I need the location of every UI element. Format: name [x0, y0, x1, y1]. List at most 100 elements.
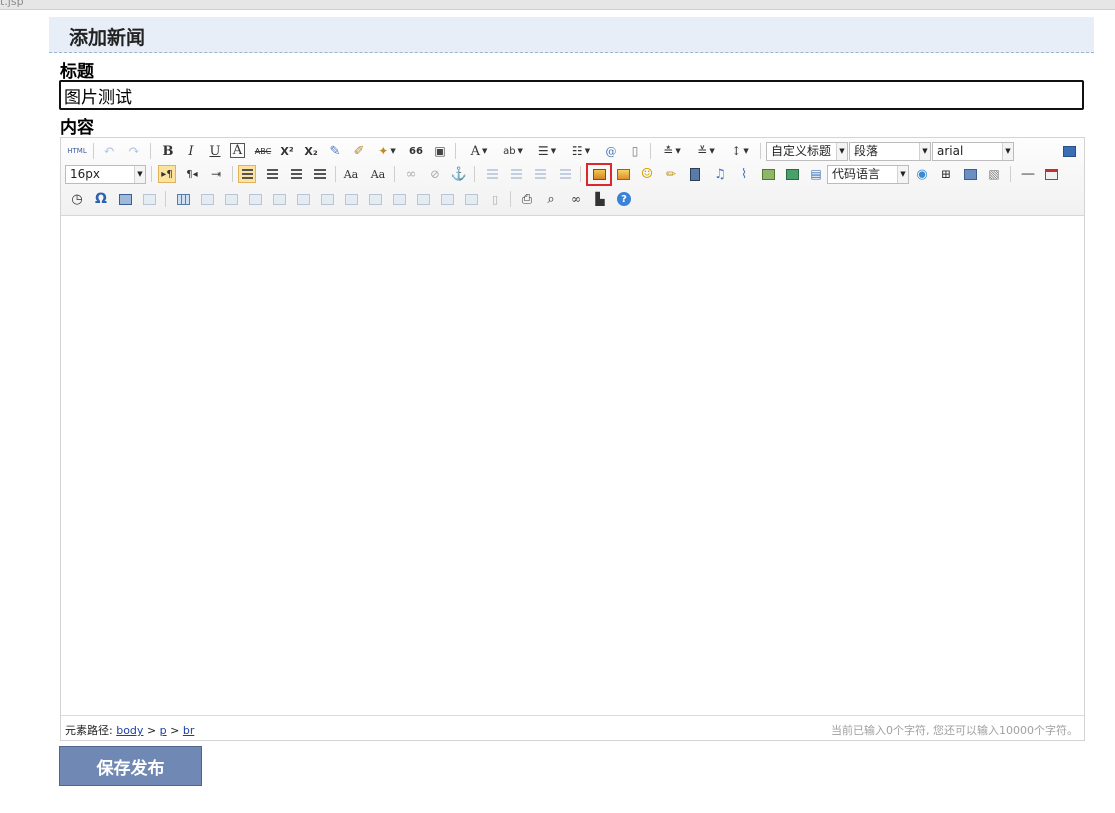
- attachment-button[interactable]: ⌇: [735, 165, 753, 183]
- line-height-button[interactable]: ↕ ▼: [726, 142, 754, 160]
- background-button[interactable]: [961, 165, 979, 183]
- lowercase-button[interactable]: Aa: [369, 165, 387, 183]
- chevron-down-icon: ▼: [390, 147, 396, 155]
- chevron-down-icon: ▼: [1002, 143, 1013, 160]
- strikethrough-button[interactable]: ABC: [254, 142, 272, 160]
- subscript-button[interactable]: X₂: [302, 142, 320, 160]
- search-replace-button[interactable]: ∞: [567, 190, 585, 208]
- merge-cells-icon: [344, 193, 358, 205]
- align-center-button[interactable]: [263, 165, 281, 183]
- document-icon: ▯: [631, 144, 639, 158]
- image-center-button[interactable]: [556, 165, 574, 183]
- merge-cells-button[interactable]: [342, 190, 360, 208]
- auto-format-button[interactable]: ✐: [350, 142, 368, 160]
- bold-button[interactable]: B: [159, 142, 177, 160]
- help-button[interactable]: ?: [615, 190, 633, 208]
- undo-button[interactable]: ↶: [100, 142, 118, 160]
- delete-col-button[interactable]: [318, 190, 336, 208]
- row-spacing-top-button[interactable]: ≛ ▼: [658, 142, 686, 160]
- indent-button[interactable]: ⇥: [207, 165, 225, 183]
- row-spacing-bottom-button[interactable]: ≚ ▼: [692, 142, 720, 160]
- unordered-list-button[interactable]: ☷ ▼: [567, 142, 595, 160]
- font-border-button[interactable]: A: [230, 143, 245, 158]
- special-chars-button[interactable]: Ω: [92, 190, 110, 208]
- underline-button[interactable]: U: [206, 142, 224, 160]
- align-justify-button[interactable]: [311, 165, 329, 183]
- fullscreen-button[interactable]: [1060, 142, 1078, 160]
- paragraph-format-select[interactable]: 段落 ▼: [849, 142, 931, 161]
- blockquote-button[interactable]: 66: [407, 142, 425, 160]
- delete-row-button[interactable]: [270, 190, 288, 208]
- horizontal-rule-button[interactable]: —: [1019, 165, 1037, 183]
- link-button[interactable]: ∞: [402, 165, 420, 183]
- code-language-select[interactable]: 代码语言 ▼: [827, 165, 909, 184]
- align-left-button[interactable]: [238, 165, 256, 183]
- word-count-button[interactable]: [140, 190, 158, 208]
- delete-table-button[interactable]: [198, 190, 216, 208]
- image-left-button[interactable]: [507, 165, 525, 183]
- insert-image-button[interactable]: [586, 163, 612, 186]
- template-button[interactable]: ⊞: [937, 165, 955, 183]
- image-none-button[interactable]: [483, 165, 501, 183]
- editor-content-area[interactable]: [61, 217, 1084, 715]
- uppercase-button[interactable]: Aa: [342, 165, 360, 183]
- direction-rtl-button[interactable]: ¶◂: [183, 165, 201, 183]
- scrawl-button[interactable]: ✏: [662, 165, 680, 183]
- paste-plain-button[interactable]: ▣: [431, 142, 449, 160]
- format-match-button[interactable]: ✎: [326, 142, 344, 160]
- drafts-button[interactable]: ▙: [591, 190, 609, 208]
- emoticon-button[interactable]: ☺: [638, 165, 656, 183]
- web-app-button[interactable]: ◉: [913, 165, 931, 183]
- insert-music-button[interactable]: ♫: [711, 165, 729, 183]
- google-map-button[interactable]: [783, 165, 801, 183]
- insert-video-button[interactable]: [686, 165, 704, 183]
- image-right-button[interactable]: [531, 165, 549, 183]
- path-br-link[interactable]: br: [183, 724, 195, 737]
- path-separator: >: [146, 724, 157, 737]
- eraser-icon: ✎: [329, 143, 341, 159]
- font-family-select[interactable]: arial ▼: [932, 142, 1014, 161]
- chart-button[interactable]: ▯: [486, 190, 504, 208]
- italic-button[interactable]: I: [182, 142, 200, 160]
- insert-time-button[interactable]: ◷: [68, 190, 86, 208]
- multi-image-button[interactable]: [614, 165, 632, 183]
- html-source-button[interactable]: HTML: [66, 142, 88, 160]
- page-icon: ▤: [810, 167, 822, 181]
- insert-paragraph-before-table-button[interactable]: [222, 190, 240, 208]
- clear-document-button[interactable]: ▯: [626, 142, 644, 160]
- align-right-button[interactable]: [287, 165, 305, 183]
- preview-button[interactable]: ⌕: [542, 190, 560, 208]
- toolbar-separator: [760, 143, 761, 159]
- split-cells-button[interactable]: [414, 190, 432, 208]
- redo-button[interactable]: ↷: [125, 142, 143, 160]
- superscript-button[interactable]: X²: [278, 142, 296, 160]
- direction-ltr-button[interactable]: ▸¶: [158, 165, 176, 183]
- insert-date-button[interactable]: [1042, 165, 1060, 183]
- insert-frame-button[interactable]: [759, 165, 777, 183]
- insert-row-button[interactable]: [246, 190, 264, 208]
- print-button[interactable]: ⎙: [518, 190, 536, 208]
- merge-right-button[interactable]: [366, 190, 384, 208]
- split-cols-button[interactable]: [462, 190, 480, 208]
- merge-down-button[interactable]: [390, 190, 408, 208]
- toolbar-row-3: ◷ Ω ▯ ⎙ ⌕ ∞ ▙ ?: [64, 188, 1080, 210]
- title-input[interactable]: [59, 80, 1084, 110]
- save-publish-button[interactable]: 保存发布: [59, 746, 202, 786]
- snap-screen-button[interactable]: [116, 190, 134, 208]
- word-image-button[interactable]: ▧: [985, 165, 1003, 183]
- insert-col-button[interactable]: [294, 190, 312, 208]
- select-all-button[interactable]: @: [602, 142, 620, 160]
- anchor-button[interactable]: ⚓: [450, 165, 468, 183]
- ordered-list-button[interactable]: ☰ ▼: [533, 142, 561, 160]
- path-p-link[interactable]: p: [160, 724, 167, 737]
- background-color-button[interactable]: ab ▼: [498, 142, 528, 160]
- page-break-button[interactable]: ▤: [807, 165, 825, 183]
- auto-typeset-button[interactable]: ✦ ▼: [374, 142, 400, 160]
- unlink-button[interactable]: ⊘: [426, 165, 444, 183]
- path-body-link[interactable]: body: [116, 724, 143, 737]
- font-size-select[interactable]: 16px ▼: [65, 165, 146, 184]
- insert-table-button[interactable]: [174, 190, 192, 208]
- font-color-button[interactable]: A ▼: [465, 142, 493, 160]
- split-rows-button[interactable]: [438, 190, 456, 208]
- custom-heading-select[interactable]: 自定义标题 ▼: [766, 142, 848, 161]
